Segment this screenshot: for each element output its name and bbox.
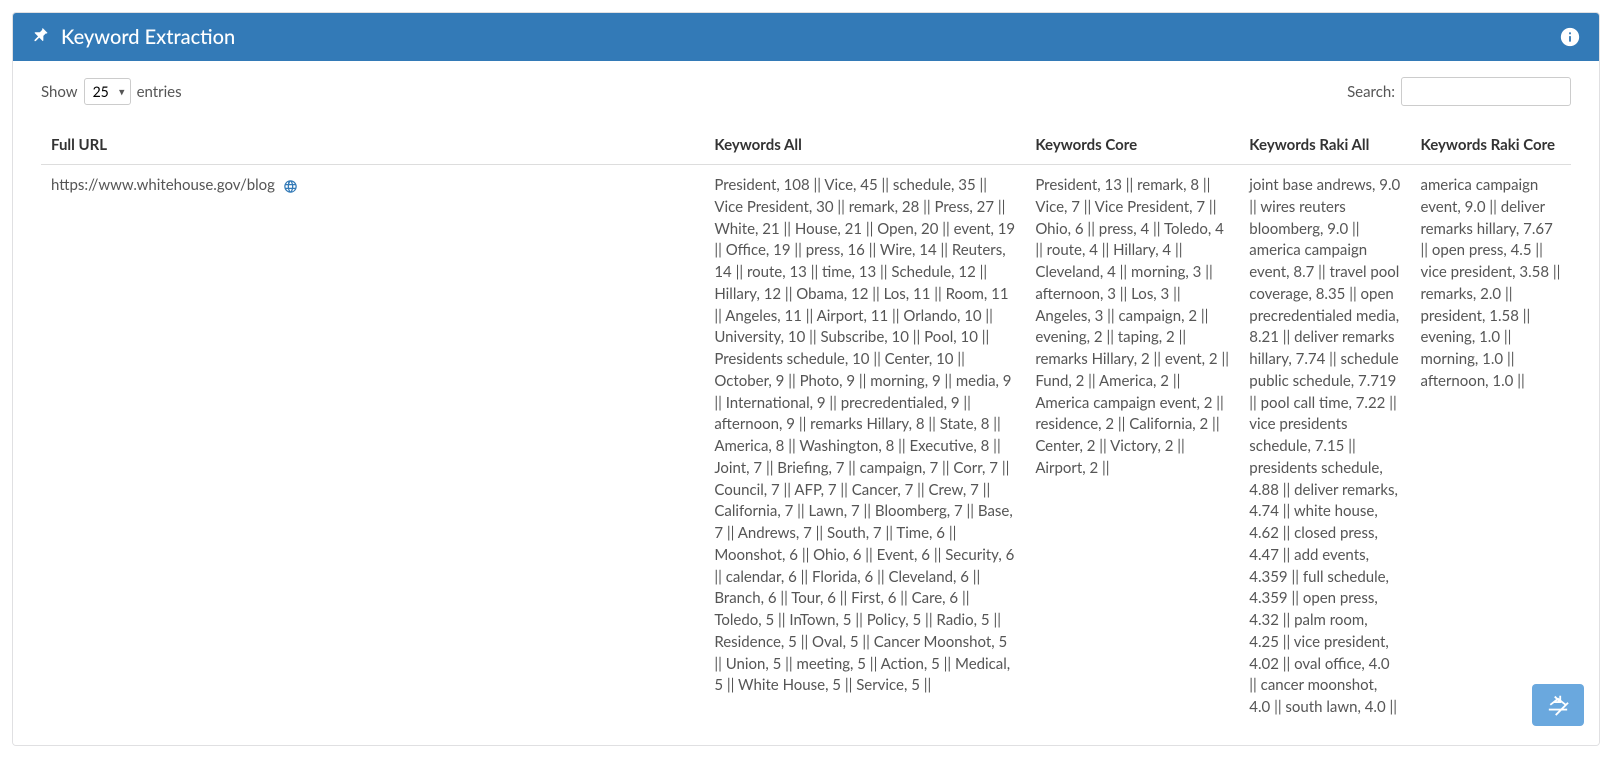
panel-header: Keyword Extraction — [13, 13, 1599, 61]
page-size-control: Show 25 entries — [41, 78, 182, 105]
panel-body: Show 25 entries Search: Full URL Keyword… — [13, 61, 1599, 745]
keywords-table: Full URL Keywords All Keywords Core Keyw… — [41, 126, 1571, 729]
col-header-keywords-raki-core[interactable]: Keywords Raki Core — [1410, 126, 1571, 165]
show-suffix-label: entries — [137, 83, 182, 101]
col-header-keywords-raki-all[interactable]: Keywords Raki All — [1239, 126, 1410, 165]
cell-keywords-core: President, 13 || remark, 8 || Vice, 7 ||… — [1025, 165, 1239, 729]
col-header-keywords-core[interactable]: Keywords Core — [1025, 126, 1239, 165]
url-text: https://www.whitehouse.gov/blog — [51, 176, 275, 194]
cell-full-url: https://www.whitehouse.gov/blog — [41, 165, 704, 729]
table-header-row: Full URL Keywords All Keywords Core Keyw… — [41, 126, 1571, 165]
cell-keywords-raki-all: joint base andrews, 9.0 || wires reuters… — [1239, 165, 1410, 729]
scroll-action-button[interactable] — [1532, 684, 1584, 726]
search-input[interactable] — [1401, 77, 1571, 106]
panel-header-left: Keyword Extraction — [31, 25, 235, 49]
cell-keywords-all: President, 108 || Vice, 45 || schedule, … — [704, 165, 1025, 729]
globe-icon[interactable] — [279, 176, 298, 194]
search-control: Search: — [1347, 77, 1571, 106]
col-header-keywords-all[interactable]: Keywords All — [704, 126, 1025, 165]
table-controls: Show 25 entries Search: — [41, 77, 1571, 106]
search-label: Search: — [1347, 83, 1395, 101]
cell-keywords-raki-core: america campaign event, 9.0 || deliver r… — [1410, 165, 1571, 729]
panel-title: Keyword Extraction — [61, 25, 235, 49]
page-size-select[interactable]: 25 — [84, 78, 131, 105]
keyword-extraction-panel: Keyword Extraction Show 25 entries Searc… — [12, 12, 1600, 746]
show-prefix-label: Show — [41, 83, 78, 101]
table-row: https://www.whitehouse.gov/blog Presiden… — [41, 165, 1571, 729]
pin-icon — [31, 27, 51, 47]
info-icon[interactable] — [1559, 26, 1581, 48]
col-header-full-url[interactable]: Full URL — [41, 126, 704, 165]
